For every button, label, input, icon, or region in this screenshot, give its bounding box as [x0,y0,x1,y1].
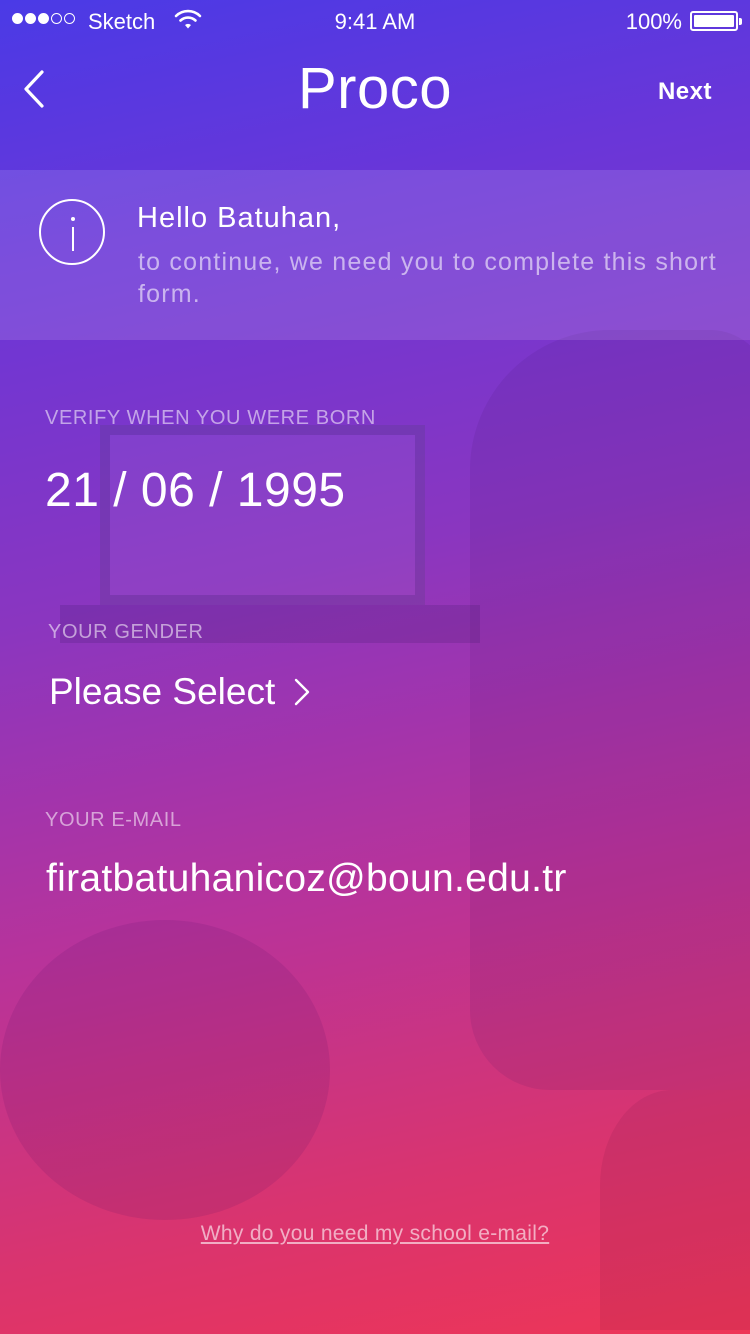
battery-percentage: 100% [625,9,682,34]
app-title: Proco [297,56,452,121]
email-label: YOUR E-MAIL [45,809,182,831]
email-field[interactable]: firatbatuhanicoz@boun.edu.tr [46,857,567,901]
background-photo-shadow [0,920,330,1220]
gender-select[interactable]: Please Select [49,671,311,713]
school-email-help-link[interactable]: Why do you need my school e-mail? [0,1222,750,1246]
background-photo-shadow-right [600,1090,750,1330]
birthdate-label: VERIFY WHEN YOU WERE BORN [45,407,376,429]
chevron-right-icon [295,678,310,706]
battery-icon [690,11,742,31]
info-icon [39,199,105,265]
greeting-text: Hello Batuhan, [137,202,342,234]
birthdate-field[interactable]: 21 / 06 / 1995 [45,463,346,518]
gender-label: YOUR GENDER [48,621,204,643]
next-button[interactable]: Next [658,78,712,106]
info-banner: Hello Batuhan, to continue, we need you … [0,170,750,340]
banner-message: to continue, we need you to complete thi… [138,248,717,308]
gender-select-value: Please Select [49,671,276,712]
status-bar: Sketch 9:41 AM 100% [0,0,750,42]
background-photo-person [470,330,750,1090]
